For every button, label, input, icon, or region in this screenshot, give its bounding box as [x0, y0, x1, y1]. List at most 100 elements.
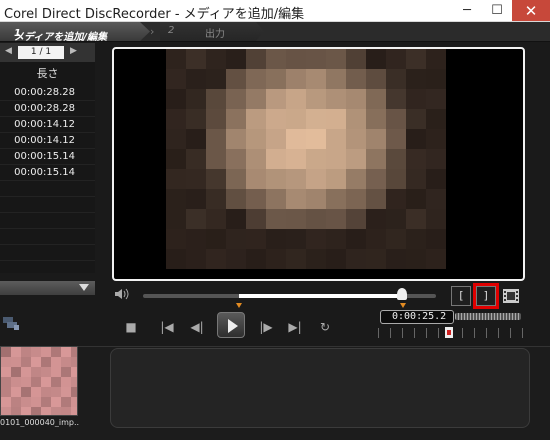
mosaic-tile [1, 407, 11, 415]
mosaic-tile [326, 169, 346, 189]
step-forward-icon[interactable]: |▶ [255, 318, 277, 336]
mosaic-tile [31, 407, 41, 415]
clip-thumbnail[interactable] [0, 346, 78, 416]
mosaic-tile [326, 149, 346, 169]
list-options-dropdown[interactable] [0, 281, 95, 295]
mosaic-tile [11, 357, 21, 367]
repeat-icon[interactable]: ↻ [315, 318, 335, 336]
list-item[interactable]: 00:00:14.12 [0, 117, 95, 133]
mosaic-tile [31, 347, 41, 357]
mosaic-tile [346, 169, 366, 189]
mosaic-tile [426, 249, 446, 269]
mosaic-tile [186, 149, 206, 169]
duration-column-header[interactable]: 長さ [0, 65, 95, 83]
mosaic-tile [426, 229, 446, 249]
media-list: 00:00:28.28 00:00:28.28 00:00:14.12 00:0… [0, 85, 95, 261]
list-item[interactable]: 00:00:28.28 [0, 101, 95, 117]
list-item[interactable]: 00:00:14.12 [0, 133, 95, 149]
mosaic-tile [266, 249, 286, 269]
mosaic-tile [41, 397, 51, 407]
volume-icon[interactable] [113, 287, 129, 301]
step-output[interactable]: 2 出力 [160, 22, 264, 41]
seek-handle[interactable] [397, 288, 407, 300]
go-start-icon[interactable]: |◀ [157, 318, 177, 336]
mosaic-tile [426, 89, 446, 109]
mosaic-tile [51, 387, 61, 397]
stop-icon[interactable]: ■ [122, 318, 140, 336]
mosaic-tile [71, 367, 77, 377]
mosaic-tile [346, 229, 366, 249]
mosaic-tile [61, 377, 71, 387]
mosaic-tile [266, 109, 286, 129]
mosaic-tile [166, 49, 186, 69]
step-add-edit-media[interactable]: 1 メディアを追加/編集 [0, 22, 150, 41]
mosaic-tile [386, 229, 406, 249]
window-title: Corel Direct DiscRecorder - メディアを追加/編集 [4, 7, 305, 22]
mosaic-tile [186, 209, 206, 229]
go-end-icon[interactable]: ▶| [285, 318, 305, 336]
minimize-button[interactable]: ─ [452, 0, 482, 21]
step-2-number: 2 [168, 25, 175, 36]
next-page-icon[interactable]: ▶ [70, 46, 77, 56]
mosaic-tile [306, 89, 326, 109]
empty-row: - [0, 213, 95, 229]
seek-bar[interactable] [143, 288, 436, 300]
list-item[interactable]: 00:00:15.14 [0, 149, 95, 165]
mosaic-tile [186, 109, 206, 129]
mosaic-tile [406, 209, 426, 229]
step-bar: 1 メディアを追加/編集 › 2 出力 [0, 22, 550, 42]
play-button[interactable] [217, 312, 245, 338]
mosaic-tile [306, 189, 326, 209]
mosaic-tile [51, 367, 61, 377]
mosaic-tile [186, 189, 206, 209]
storyboard-area[interactable] [110, 348, 530, 428]
mosaic-tile [346, 109, 366, 129]
mosaic-tile [166, 229, 186, 249]
film-icon[interactable] [501, 287, 521, 305]
close-button[interactable]: ✕ [512, 0, 550, 21]
mosaic-tile [21, 357, 31, 367]
mosaic-tile [71, 377, 77, 387]
mosaic-tile [166, 69, 186, 89]
list-item[interactable]: 00:00:15.14 [0, 165, 95, 181]
mosaic-tile [346, 89, 366, 109]
empty-row: - [0, 197, 95, 213]
mosaic-tile [226, 89, 246, 109]
mark-in-marker[interactable] [236, 303, 242, 308]
mosaic-tile [406, 69, 426, 89]
mosaic-tile [226, 249, 246, 269]
mosaic-tile [21, 407, 31, 415]
clip-label: 0101_000040_imp... [0, 418, 80, 427]
prev-page-icon[interactable]: ◀ [5, 46, 12, 56]
list-item[interactable]: 00:00:28.28 [0, 85, 95, 101]
zoom-slider[interactable] [455, 313, 521, 320]
step-back-icon[interactable]: ◀| [186, 318, 208, 336]
step-chevron-icon: › [150, 25, 155, 38]
mosaic-tile [41, 387, 51, 397]
mosaic-tile [386, 169, 406, 189]
video-preview [112, 47, 525, 281]
mark-out-marker[interactable] [400, 303, 406, 308]
mosaic-tile [61, 387, 71, 397]
mosaic-tile [366, 109, 386, 129]
mosaic-tile [286, 189, 306, 209]
mosaic-tile [1, 367, 11, 377]
mark-in-button[interactable]: [ [451, 286, 471, 306]
timecode-field[interactable]: 0:00:25.2 [380, 310, 454, 324]
mark-out-button[interactable]: ] [473, 283, 499, 309]
mosaic-tile [61, 357, 71, 367]
mosaic-tile [61, 347, 71, 357]
mosaic-tile [426, 109, 446, 129]
mosaic-tile [306, 229, 326, 249]
mosaic-tile [246, 189, 266, 209]
page-indicator[interactable]: 1 / 1 [18, 46, 64, 59]
mosaic-tile [166, 149, 186, 169]
media-library-icon[interactable] [2, 315, 20, 331]
title-bar: Corel Direct DiscRecorder - メディアを追加/編集 ─… [0, 0, 550, 22]
mosaic-tile [51, 407, 61, 415]
maximize-button[interactable]: ☐ [482, 0, 512, 21]
mosaic-tile [61, 397, 71, 407]
mosaic-tile [11, 347, 21, 357]
mosaic-tile [366, 209, 386, 229]
mosaic-tile [426, 169, 446, 189]
